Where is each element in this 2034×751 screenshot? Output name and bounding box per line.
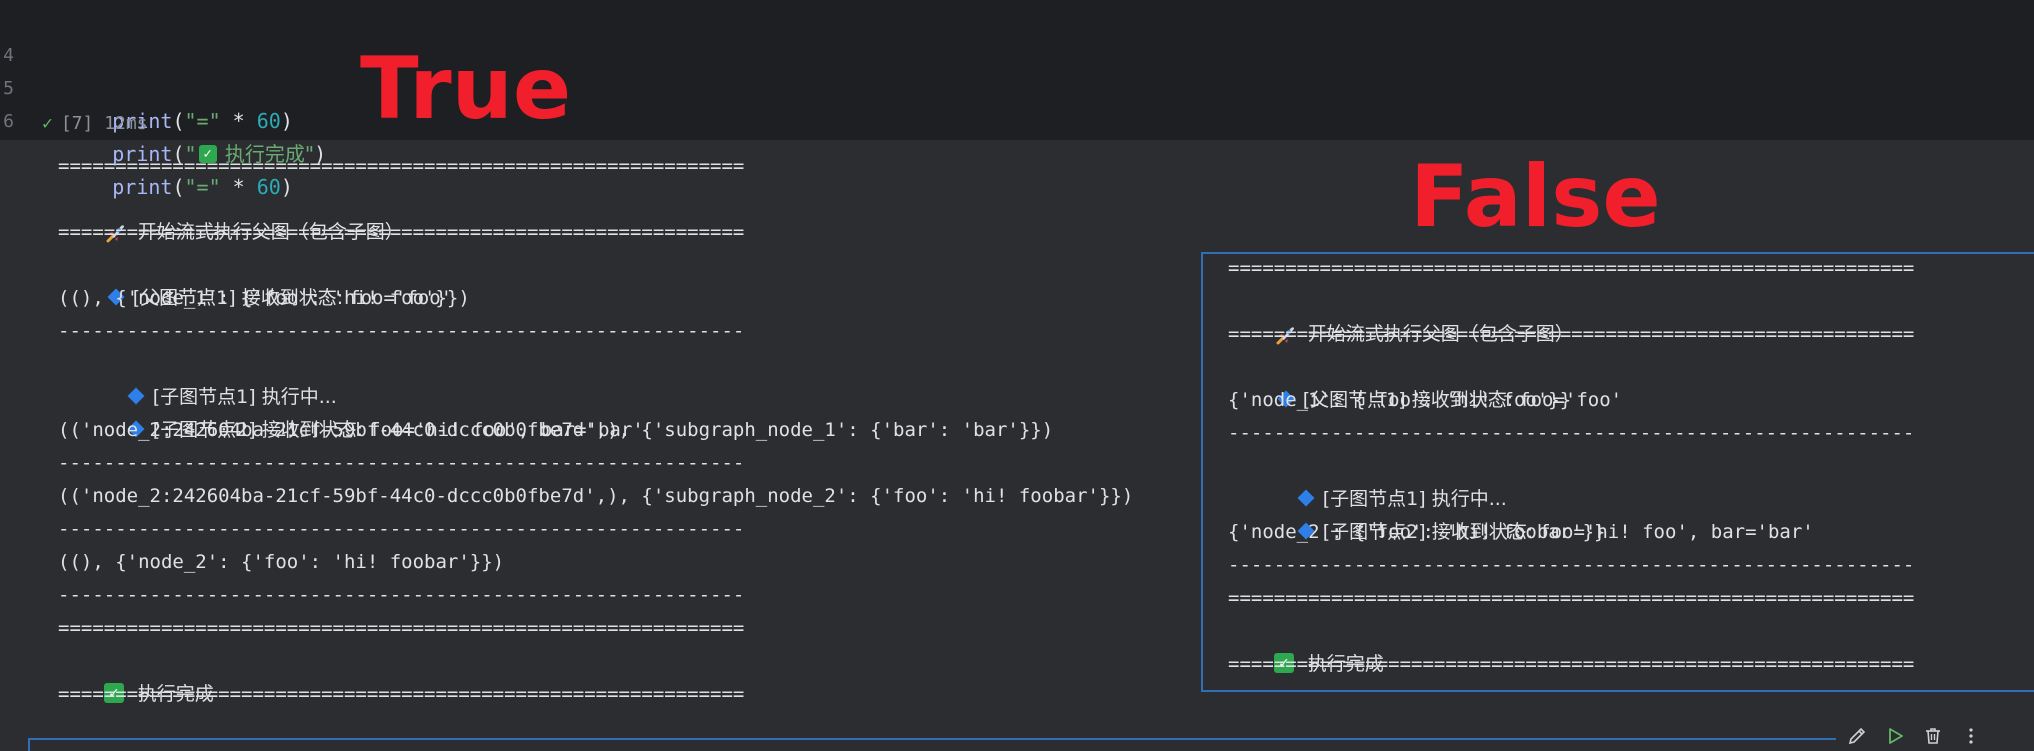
separator-dash: ----------------------------------------… xyxy=(1228,554,1915,576)
cell-toolbar xyxy=(1836,720,2034,751)
execution-status: ✓ [7] 12ms xyxy=(42,110,148,138)
output-line-parent-node: [父图节点1] 接收到状态: foo='foo' xyxy=(1228,351,1622,411)
separator-dash: ----------------------------------------… xyxy=(58,320,745,342)
separator-eq: ========================================… xyxy=(58,617,745,639)
output-chunk: (('node_2:242604ba-21cf-59bf-44c0-dccc0b… xyxy=(58,485,1134,507)
execution-count-time: [7] 12ms xyxy=(60,113,148,134)
output-line-parent-node: [父图节点1] 接收到状态: foo='foo' xyxy=(58,249,452,309)
separator-eq: ========================================… xyxy=(58,683,745,705)
output-line-subgraph-node-1: [子图节点1] 执行中... xyxy=(1248,450,1507,510)
separator-dash: ----------------------------------------… xyxy=(1228,422,1915,444)
separator-dash: ----------------------------------------… xyxy=(58,452,745,474)
separator-dash: ----------------------------------------… xyxy=(58,584,745,606)
separator-eq: ========================================… xyxy=(1228,653,1915,675)
output-chunk: (('node_2:242604ba-21cf-59bf-44c0-dccc0b… xyxy=(58,419,1054,441)
output-line-done: ✓ 执行完成 xyxy=(1228,615,1384,675)
line-number: 6 xyxy=(3,111,14,132)
separator-eq: ========================================… xyxy=(58,155,745,177)
output-line-subgraph-node-1: [子图节点1] 执行中... xyxy=(78,348,337,408)
output-chunk: {'node_1': {'foo': 'hi! foo'}} xyxy=(1228,389,1572,411)
code-editor[interactable]: 4 print("=" * 60) 5 print(" ✓ 执行完成") 6 pr… xyxy=(0,0,2034,199)
output-line-start: 开始流式执行父图（包含子图） xyxy=(1228,285,1574,345)
trash-icon[interactable] xyxy=(1920,724,1946,748)
code-line-4[interactable]: 4 print("=" * 60) xyxy=(0,6,293,133)
run-icon[interactable] xyxy=(1882,724,1908,748)
pencil-icon[interactable] xyxy=(1844,724,1870,748)
checkmark-icon: ✓ xyxy=(42,113,53,134)
more-icon[interactable] xyxy=(1958,724,1984,748)
true-annotation: True xyxy=(360,39,572,139)
output-line-done: ✓ 执行完成 xyxy=(58,645,214,705)
separator-eq: ========================================… xyxy=(1228,587,1915,609)
output-chunk: ((), {'node_2': {'foo': 'hi! foobar'}}) xyxy=(58,551,505,573)
separator-eq: ========================================… xyxy=(1228,257,1915,279)
output-line-subgraph-node-2: [子图节点2] 接收到状态: foo='hi! foo', bar='bar' xyxy=(1248,483,1814,543)
separator-eq: ========================================… xyxy=(1228,323,1915,345)
false-annotation: False xyxy=(1410,147,1661,247)
output-chunk: ((), {'node_1': {'foo': 'hi! foo'}}) xyxy=(58,287,470,309)
code-line-6[interactable]: 6 print("=" * 60) xyxy=(0,72,293,199)
separator-eq: ========================================… xyxy=(58,221,745,243)
output-line-subgraph-node-2: [子图节点2] 接收到状态: foo='hi! foo', bar='bar' xyxy=(78,381,644,441)
output-line-start: 开始流式执行父图（包含子图） xyxy=(58,183,404,243)
cell-output-true: ========================================… xyxy=(58,150,1133,705)
separator-dash: ----------------------------------------… xyxy=(58,518,745,540)
next-cell[interactable] xyxy=(28,738,2034,751)
cell-output-false: ========================================… xyxy=(1228,252,1914,675)
output-chunk: {'node_2': {'foo': 'hi! foobar'}} xyxy=(1228,521,1606,543)
code-line-5[interactable]: 5 print(" ✓ 执行完成") xyxy=(0,39,326,166)
